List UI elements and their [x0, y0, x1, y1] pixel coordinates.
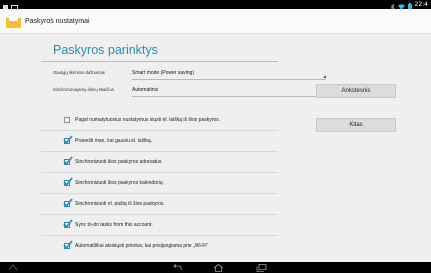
checkmark-icon	[63, 198, 73, 208]
settings-content: Paskyros parinktys Gautųjų tikrinimo daž…	[0, 34, 431, 262]
checkbox-sync-email[interactable]: Sinchronizuoti el. paštą iš šios paskyro…	[41, 195, 278, 215]
checkmark-icon	[63, 156, 73, 166]
recent-apps-icon[interactable]	[256, 263, 267, 272]
checkbox-default-account[interactable]: Pagal numatytuosius nustatymus siųsti el…	[41, 111, 278, 131]
status-bar: 22:4	[0, 0, 431, 11]
checkbox-label: Sinchronizuoti šios paskyros kalendorių.	[75, 180, 164, 186]
setting-label: Gautųjų tikrinimo dažnumas	[53, 70, 105, 75]
title-divider	[41, 61, 278, 62]
action-bar: Paskyros nustatymai	[0, 9, 431, 34]
email-app-icon[interactable]	[5, 13, 21, 29]
check-frequency-setting: Gautųjų tikrinimo dažnumas Smart mode (P…	[53, 68, 326, 80]
dropdown-value: Smart mode (Power saving)	[132, 70, 194, 76]
clock: 22:4	[414, 1, 428, 8]
check-frequency-dropdown[interactable]: Smart mode (Power saving)	[132, 68, 326, 80]
checkbox-sync-calendar[interactable]: Sinchronizuoti šios paskyros kalendorių.	[41, 174, 278, 194]
next-button[interactable]: Kitas	[316, 118, 396, 132]
checkbox-label: Sinchronizuoti šios paskyros adresatus.	[75, 159, 163, 165]
checkbox-sync-tasks[interactable]: Sync to-do tasks from this account.	[41, 216, 278, 236]
dropdown-arrow-icon	[323, 75, 326, 78]
page-title: Paskyros parinktys	[53, 43, 158, 57]
checkmark-icon	[63, 219, 73, 229]
checkmark-icon	[63, 135, 73, 145]
checkbox-label: Sinchronizuoti el. paštą iš šios paskyro…	[75, 201, 165, 207]
previous-button[interactable]: Ankstesnis	[316, 84, 396, 98]
checkmark-icon	[63, 240, 73, 250]
navigation-bar	[0, 262, 431, 273]
checkbox-download-attachments[interactable]: Automatiškai atsisiųsti priedus, kai pri…	[41, 237, 278, 257]
system-icons: 22:4	[390, 0, 428, 11]
home-icon[interactable]	[213, 263, 224, 272]
back-icon[interactable]	[172, 263, 183, 272]
checkmark-icon	[63, 177, 73, 187]
checkbox-sync-contacts[interactable]: Sinchronizuoti šios paskyros adresatus.	[41, 153, 278, 173]
checkbox-notify-email[interactable]: Pranešti man, kai gausiu el. laišką.	[41, 132, 278, 152]
checkbox-label: Pagal numatytuosius nustatymus siųsti el…	[75, 117, 221, 123]
screen-capture-icon[interactable]	[8, 263, 18, 272]
checkbox-label: Automatiškai atsisiųsti priedus, kai pri…	[75, 243, 209, 249]
checkbox-label: Pranešti man, kai gausiu el. laišką.	[75, 138, 152, 144]
sync-days-setting: Sinchronizuojamų dienų skaičius Automati…	[53, 85, 326, 97]
notification-icons	[3, 1, 18, 10]
setting-label: Sinchronizuojamų dienų skaičius	[53, 87, 114, 92]
checkbox-label: Sync to-do tasks from this account.	[75, 222, 153, 228]
sync-days-dropdown[interactable]: Automatinis	[132, 85, 326, 97]
dropdown-value: Automatinis	[132, 87, 159, 93]
action-bar-title: Paskyros nustatymai	[25, 17, 90, 25]
checkbox-unchecked[interactable]	[64, 117, 70, 123]
